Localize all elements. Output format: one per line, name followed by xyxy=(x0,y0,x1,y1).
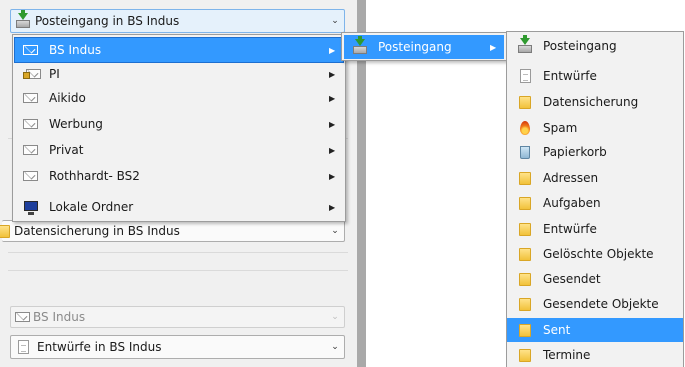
menu-item-folder[interactable]: Posteingang xyxy=(509,34,681,58)
combo-value: Posteingang in BS Indus xyxy=(35,14,180,28)
drafts-icon xyxy=(517,68,533,84)
menu-item-rothhardt-bs2[interactable]: Rothhardt- BS2 ▶ xyxy=(15,164,343,188)
folder-icon xyxy=(517,94,533,110)
account-combo: BS Indus ⌄ xyxy=(10,306,345,328)
menu-item-label: Gesendet xyxy=(543,272,601,286)
menu-item-folder[interactable]: Spam xyxy=(509,116,681,140)
submenu-arrow-icon: ▶ xyxy=(329,119,336,129)
menu-item-label: Werbung xyxy=(49,117,103,131)
submenu-arrow-icon: ▶ xyxy=(329,171,336,181)
spam-icon xyxy=(517,120,533,136)
menu-item-werbung[interactable]: Werbung ▶ xyxy=(15,112,343,136)
folder-icon xyxy=(517,221,533,237)
submenu-arrow-icon: ▶ xyxy=(490,42,497,52)
menu-item-label: Posteingang xyxy=(378,40,452,54)
menu-item-label: Aufgaben xyxy=(543,196,601,210)
menu-item-label: Sent xyxy=(543,323,571,337)
menu-item-label: Aikido xyxy=(49,91,86,105)
envelope-icon xyxy=(15,309,31,325)
menu-item-label: Gesendete Objekte xyxy=(543,297,659,311)
folder-submenu: Posteingang Entwürfe Datensicherung Spam… xyxy=(506,31,684,367)
archive-folder-combo[interactable]: Datensicherung in BS Indus ⌄ xyxy=(0,220,345,242)
menu-item-posteingang[interactable]: Posteingang ▶ xyxy=(344,35,504,59)
submenu-arrow-icon: ▶ xyxy=(329,69,336,79)
envelope-icon xyxy=(23,116,39,132)
menu-item-label: Entwürfe xyxy=(543,69,597,83)
menu-item-label: Datensicherung xyxy=(543,95,639,109)
menu-item-folder[interactable]: Datensicherung xyxy=(509,90,681,114)
menu-item-label: Privat xyxy=(49,143,84,157)
menu-item-pi[interactable]: PI ▶ xyxy=(15,62,343,86)
menu-item-label: Gelöschte Objekte xyxy=(543,247,654,261)
separator xyxy=(8,270,348,271)
submenu-arrow-icon: ▶ xyxy=(329,145,336,155)
folder-icon xyxy=(517,246,533,262)
chevron-down-icon: ⌄ xyxy=(331,342,339,352)
drafts-icon xyxy=(15,339,31,355)
folder-icon xyxy=(0,223,10,239)
menu-item-folder[interactable]: Termine xyxy=(509,343,681,367)
folder-icon xyxy=(517,271,533,287)
locked-envelope-icon xyxy=(23,66,41,82)
menu-item-label: Spam xyxy=(543,121,578,135)
envelope-icon xyxy=(23,142,39,158)
chevron-down-icon: ⌄ xyxy=(331,226,339,236)
submenu-arrow-icon: ▶ xyxy=(329,93,336,103)
trash-icon xyxy=(517,144,533,160)
menu-item-folder[interactable]: Gesendet xyxy=(509,267,681,291)
menu-item-label: Papierkorb xyxy=(543,145,607,159)
menu-item-folder[interactable]: Gesendete Objekte xyxy=(509,292,681,316)
menu-item-label: Rothhardt- BS2 xyxy=(49,169,140,183)
menu-item-label: Adressen xyxy=(543,171,599,185)
envelope-icon xyxy=(23,42,39,58)
menu-item-folder[interactable]: Aufgaben xyxy=(509,191,681,215)
inbox-folder-combo[interactable]: Posteingang in BS Indus ⌄ xyxy=(10,9,345,33)
menu-item-lokale-ordner[interactable]: Lokale Ordner ▶ xyxy=(15,195,343,219)
local-folders-icon xyxy=(23,199,39,215)
separator xyxy=(8,252,348,253)
menu-item-folder[interactable]: Adressen xyxy=(509,166,681,190)
menu-item-folder[interactable]: Entwürfe xyxy=(509,64,681,88)
folder-icon xyxy=(517,347,533,363)
account-menu: BS Indus ▶ PI ▶ Aikido ▶ Werbung ▶ Priva… xyxy=(12,34,346,222)
envelope-icon xyxy=(23,90,39,106)
menu-item-bs-indus[interactable]: BS Indus ▶ xyxy=(14,37,344,63)
chevron-down-icon: ⌄ xyxy=(331,16,339,26)
menu-item-folder-sent[interactable]: Sent xyxy=(507,318,683,342)
menu-item-label: Posteingang xyxy=(543,39,617,53)
folder-icon xyxy=(517,170,533,186)
menu-item-folder[interactable]: Entwürfe xyxy=(509,217,681,241)
inbox-submenu: Posteingang ▶ xyxy=(341,32,507,61)
combo-value: Datensicherung in BS Indus xyxy=(14,224,180,238)
inbox-icon xyxy=(517,35,533,54)
submenu-arrow-icon: ▶ xyxy=(329,202,336,212)
menu-item-label: BS Indus xyxy=(49,43,102,57)
menu-item-label: Lokale Ordner xyxy=(49,200,134,214)
menu-item-aikido[interactable]: Aikido ▶ xyxy=(15,86,343,110)
combo-value: Entwürfe in BS Indus xyxy=(37,340,162,354)
menu-item-label: PI xyxy=(49,67,60,81)
folder-icon xyxy=(517,195,533,211)
folder-icon xyxy=(517,322,533,338)
chevron-down-icon: ⌄ xyxy=(331,312,339,322)
menu-item-label: Entwürfe xyxy=(543,222,597,236)
menu-item-label: Termine xyxy=(543,348,591,362)
menu-item-folder[interactable]: Papierkorb xyxy=(509,140,681,164)
combo-value: BS Indus xyxy=(33,310,86,324)
inbox-icon xyxy=(15,10,31,29)
menu-item-folder[interactable]: Gelöschte Objekte xyxy=(509,242,681,266)
drafts-folder-combo[interactable]: Entwürfe in BS Indus ⌄ xyxy=(10,335,345,359)
menu-item-privat[interactable]: Privat ▶ xyxy=(15,138,343,162)
folder-icon xyxy=(517,296,533,312)
inbox-icon xyxy=(352,36,368,55)
envelope-icon xyxy=(23,168,39,184)
